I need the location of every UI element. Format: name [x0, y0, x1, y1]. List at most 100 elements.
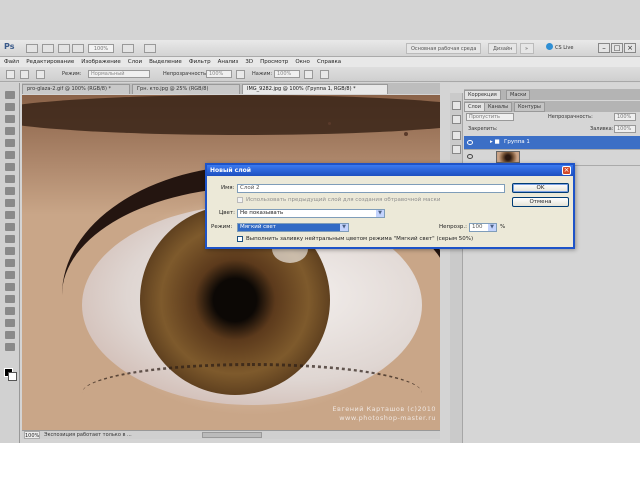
- hand-tool-icon[interactable]: [5, 331, 15, 339]
- screen-mode-icon[interactable]: [144, 44, 156, 53]
- photoshop-logo: Ps: [4, 42, 15, 51]
- type-tool-icon[interactable]: [5, 271, 15, 279]
- flow-field[interactable]: 100%: [274, 70, 300, 78]
- brush-size-icon[interactable]: [20, 70, 29, 79]
- menu-item[interactable]: Выделение: [149, 59, 182, 65]
- mode-select[interactable]: Нормальный: [88, 70, 150, 78]
- layers-lock-row: Закрепить: Заливка: 100%: [464, 125, 640, 135]
- layer-name-input[interactable]: Слой 2: [237, 184, 505, 193]
- clone-source-icon[interactable]: [452, 145, 461, 154]
- layer-row-group[interactable]: ▸ ■ Группа 1: [464, 136, 640, 150]
- opacity-field[interactable]: 100%: [206, 70, 232, 78]
- fill-label: Заливка:: [590, 126, 614, 132]
- menu-item[interactable]: Редактирование: [26, 59, 74, 65]
- status-info-text[interactable]: Экспозиция работает только в ...: [44, 431, 132, 439]
- dialog-close-button[interactable]: ×: [562, 166, 571, 175]
- zoom-level-field[interactable]: 100%: [88, 44, 114, 53]
- panel-icons-column: [450, 93, 463, 443]
- menu-item[interactable]: Файл: [4, 59, 19, 65]
- bridge-icon[interactable]: [26, 44, 38, 53]
- menu-item[interactable]: Фильтр: [189, 59, 211, 65]
- menu-item[interactable]: Анализ: [218, 59, 239, 65]
- 3d-orbit-tool-icon[interactable]: [5, 319, 15, 327]
- blend-mode-value: Мягкий свет: [240, 224, 277, 230]
- history-brush-tool-icon[interactable]: [5, 199, 15, 207]
- folder-icon: ▸ ■: [490, 139, 500, 145]
- clip-mask-label: Использовать предыдущий слой для создани…: [246, 197, 441, 203]
- menu-item[interactable]: Окно: [295, 59, 310, 65]
- status-zoom-field[interactable]: 100%: [24, 431, 40, 439]
- eraser-tool-icon[interactable]: [5, 211, 15, 219]
- flow-label: Нажим:: [252, 71, 273, 77]
- properties-panel-icon[interactable]: [452, 115, 461, 124]
- color-select[interactable]: Не показывать ▼: [237, 209, 385, 218]
- blend-mode-select[interactable]: Пропустить: [466, 113, 514, 121]
- crop-tool-icon[interactable]: [5, 139, 15, 147]
- cs-live-button[interactable]: CS Live: [546, 43, 573, 51]
- opacity-input[interactable]: 100: [469, 223, 489, 232]
- layer-opacity-field[interactable]: 100%: [614, 113, 636, 121]
- 3d-rotate-tool-icon[interactable]: [5, 307, 15, 315]
- image-canvas[interactable]: Евгений Карташов (c)2010 www.photoshop-m…: [22, 95, 440, 430]
- eyedropper-tool-icon[interactable]: [5, 151, 15, 159]
- minimize-button[interactable]: –: [598, 43, 610, 53]
- workspace-essentials-button[interactable]: Основная рабочая среда: [406, 43, 482, 54]
- mini-bridge-icon[interactable]: [42, 44, 54, 53]
- zoom-tool-icon[interactable]: [5, 343, 15, 351]
- lasso-tool-icon[interactable]: [5, 115, 15, 123]
- blend-mode-select[interactable]: Мягкий свет ▼: [237, 223, 349, 232]
- opacity-slider-toggle[interactable]: ▼: [488, 223, 497, 232]
- history-panel-icon[interactable]: [452, 101, 461, 110]
- neutral-fill-checkbox[interactable]: [237, 236, 243, 242]
- fill-field[interactable]: 100%: [614, 125, 636, 133]
- menu-item[interactable]: 3D: [245, 59, 253, 65]
- blur-tool-icon[interactable]: [5, 235, 15, 243]
- healing-tool-icon[interactable]: [5, 163, 15, 171]
- workspace-design-button[interactable]: Дизайн: [488, 43, 518, 54]
- tab-masks[interactable]: Маски: [506, 90, 531, 100]
- menu-item[interactable]: Просмотр: [260, 59, 288, 65]
- shape-tool-icon[interactable]: [5, 295, 15, 303]
- hand-tool-icon[interactable]: [58, 44, 70, 53]
- chevron-down-icon: ▼: [340, 224, 348, 231]
- tab-correction[interactable]: Коррекция: [464, 90, 501, 100]
- zoom-tool-icon[interactable]: [72, 44, 84, 53]
- maximize-button[interactable]: □: [611, 43, 623, 53]
- brush-preset-icon[interactable]: [6, 70, 15, 79]
- workspace-more-button[interactable]: »: [520, 43, 534, 54]
- tab-document-1[interactable]: pro-glaza-2.gif @ 100% (RGB/8) *: [22, 84, 130, 94]
- marquee-tool-icon[interactable]: [5, 103, 15, 111]
- tab-paths[interactable]: Контуры: [514, 102, 545, 112]
- ok-button[interactable]: OK: [512, 183, 569, 193]
- menu-item[interactable]: Справка: [317, 59, 341, 65]
- pressure-size-icon[interactable]: [320, 70, 329, 79]
- menu-item[interactable]: Изображение: [81, 59, 121, 65]
- cancel-button[interactable]: Отмена: [512, 197, 569, 207]
- tab-channels[interactable]: Каналы: [484, 102, 513, 112]
- close-window-button[interactable]: ×: [624, 43, 636, 53]
- airbrush-icon[interactable]: [304, 70, 313, 79]
- eyebrow: [22, 95, 440, 135]
- tab-document-2[interactable]: Грн. кто.jpg @ 25% (RGB/8): [132, 84, 240, 94]
- pen-tool-icon[interactable]: [5, 259, 15, 267]
- brush-tool-icon[interactable]: [5, 175, 15, 183]
- arrange-documents-icon[interactable]: [122, 44, 134, 53]
- visibility-eye-icon[interactable]: [467, 140, 473, 145]
- color-label: Цвет:: [219, 210, 235, 216]
- brush-panel-icon[interactable]: [36, 70, 45, 79]
- menu-item[interactable]: Слои: [128, 59, 142, 65]
- tab-layers[interactable]: Слои: [464, 102, 485, 112]
- visibility-eye-icon[interactable]: [467, 154, 473, 159]
- dodge-tool-icon[interactable]: [5, 247, 15, 255]
- brush-panel-icon[interactable]: [452, 131, 461, 140]
- clone-stamp-tool-icon[interactable]: [5, 187, 15, 195]
- gradient-tool-icon[interactable]: [5, 223, 15, 231]
- horizontal-scrollbar[interactable]: [202, 432, 262, 438]
- tab-document-3[interactable]: IMG_9282.jpg @ 100% (Группа 1, RGB/8) *: [242, 84, 388, 94]
- background-color-swatch[interactable]: [8, 372, 17, 381]
- clip-mask-checkbox[interactable]: [237, 197, 243, 203]
- move-tool-icon[interactable]: [5, 91, 15, 99]
- path-select-tool-icon[interactable]: [5, 283, 15, 291]
- pressure-opacity-icon[interactable]: [236, 70, 245, 79]
- quick-select-tool-icon[interactable]: [5, 127, 15, 135]
